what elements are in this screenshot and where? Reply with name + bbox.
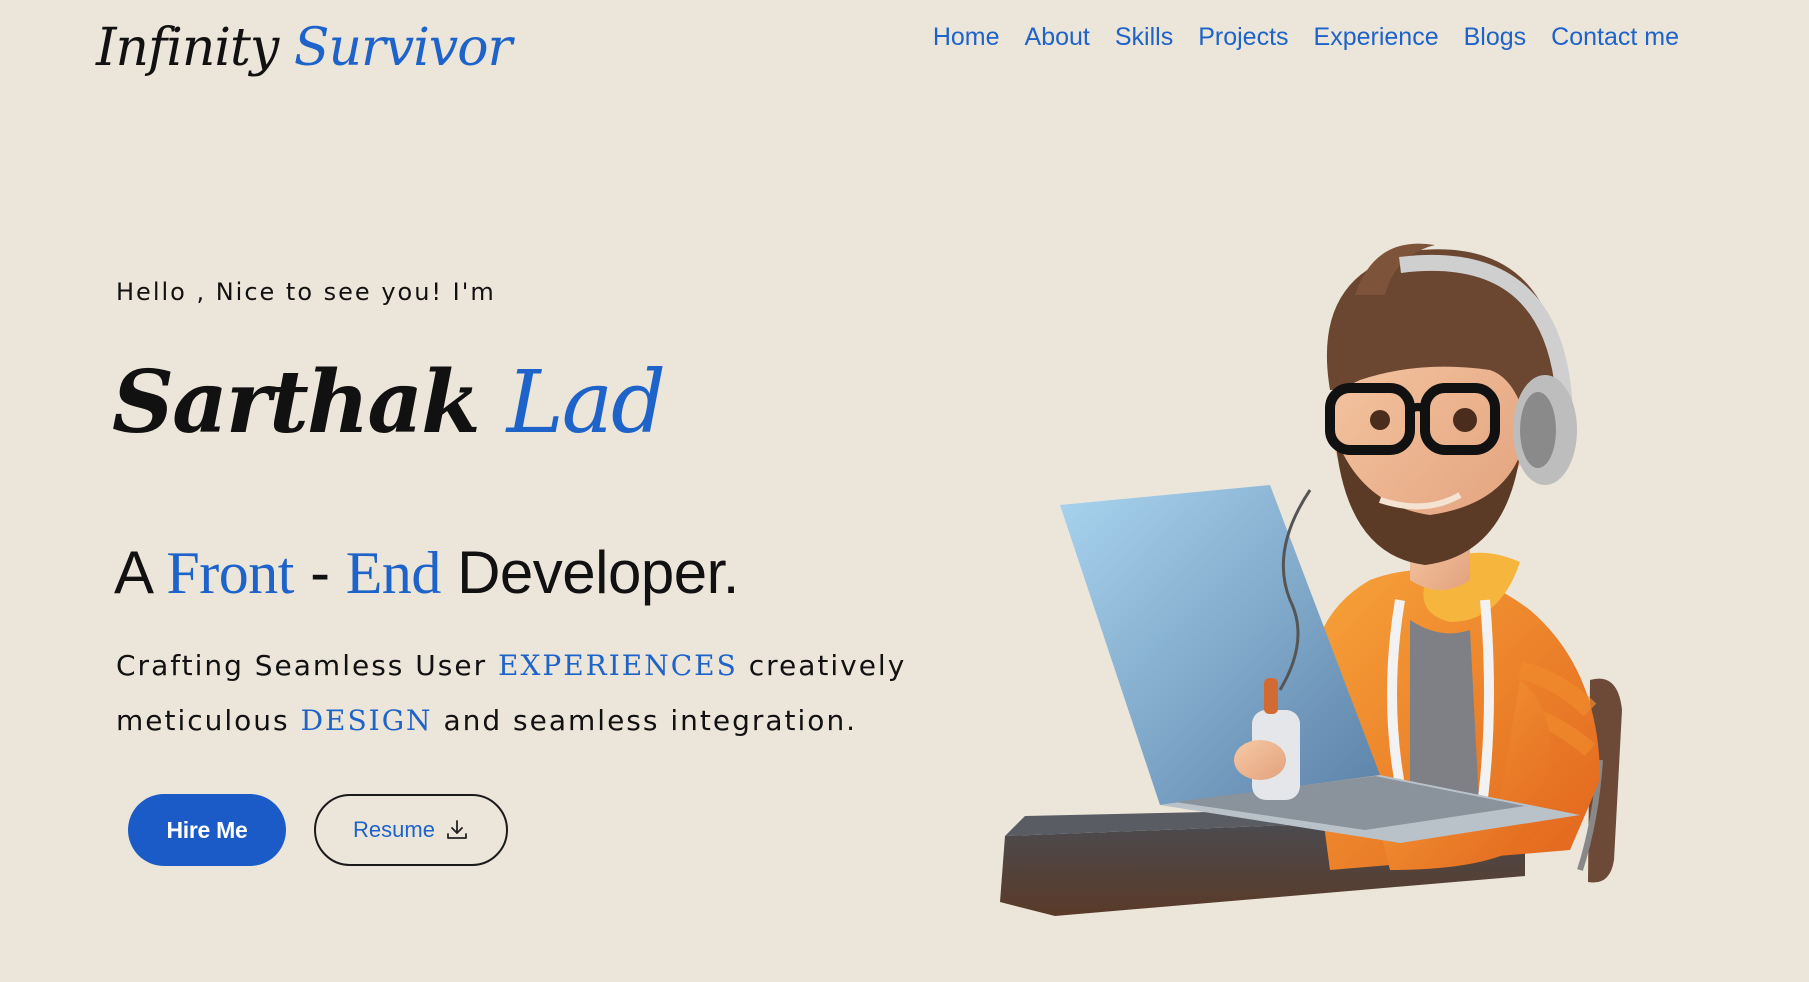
role-dash: - <box>310 539 330 606</box>
role-developer: Developer. <box>457 539 739 606</box>
nav-skills[interactable]: Skills <box>1115 18 1173 56</box>
hero-greeting: Hello , Nice to see you! I'm <box>116 278 496 306</box>
hero-role: A Front - End Developer. <box>114 535 739 611</box>
download-icon <box>447 820 467 839</box>
site-header: Infinity Survivor Home About Skills Proj… <box>0 0 1809 100</box>
hero-tagline: Crafting Seamless User EXPERIENCES creat… <box>116 638 936 748</box>
role-article: A <box>114 539 151 606</box>
resume-button[interactable]: Resume <box>314 794 508 866</box>
nav-projects[interactable]: Projects <box>1198 18 1288 56</box>
nav-experience[interactable]: Experience <box>1314 18 1439 56</box>
tagline-part-1: Crafting Seamless User <box>116 649 488 682</box>
resume-button-label: Resume <box>353 817 435 842</box>
nav-about[interactable]: About <box>1025 18 1090 56</box>
site-logo[interactable]: Infinity Survivor <box>96 8 513 88</box>
hire-me-button[interactable]: Hire Me <box>128 794 286 866</box>
role-front: Front <box>166 540 294 606</box>
tagline-experiences: EXPERIENCES <box>498 649 738 682</box>
developer-avatar-illustration <box>1000 243 1622 916</box>
logo-word-2: Survivor <box>293 18 513 78</box>
tagline-design: DESIGN <box>300 704 433 737</box>
tagline-part-3: and seamless integration. <box>443 704 858 737</box>
hero-name: Sarthak Lad <box>112 348 666 458</box>
hero-first-name: Sarthak <box>112 352 481 453</box>
nav-contact[interactable]: Contact me <box>1551 18 1679 56</box>
logo-word-1: Infinity <box>96 18 279 78</box>
nav-blogs[interactable]: Blogs <box>1464 18 1527 56</box>
nav-home[interactable]: Home <box>933 18 1000 56</box>
main-nav: Home About Skills Projects Experience Bl… <box>933 18 1679 56</box>
hero-last-name: Lad <box>506 353 666 453</box>
role-end: End <box>345 540 442 606</box>
